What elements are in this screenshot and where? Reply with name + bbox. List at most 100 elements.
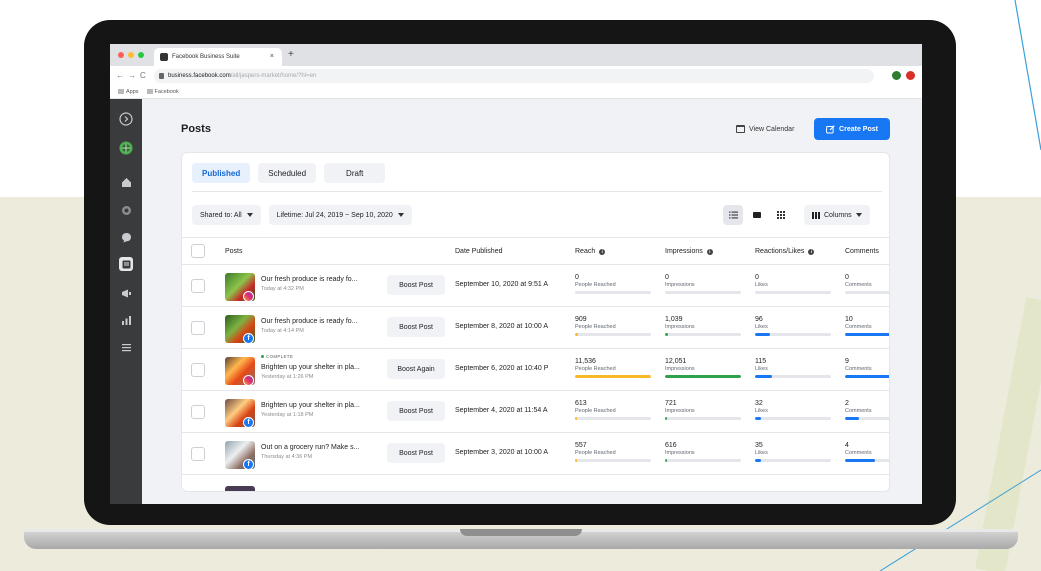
info-icon[interactable]: i xyxy=(808,248,815,255)
divider xyxy=(192,191,882,192)
likes-bar xyxy=(755,333,831,336)
column-impressions[interactable]: Impressions i xyxy=(665,248,713,255)
maximize-window-button[interactable] xyxy=(138,52,144,58)
tab-scheduled[interactable]: Scheduled xyxy=(258,163,317,183)
create-post-button[interactable]: Create Post xyxy=(814,118,890,140)
list-view-icon xyxy=(728,211,738,219)
tab-close-icon[interactable]: × xyxy=(270,53,274,60)
row-checkbox[interactable] xyxy=(191,447,205,461)
columns-dropdown[interactable]: Columns xyxy=(804,205,870,225)
date-published: September 3, 2020 at 10:00 A xyxy=(455,449,549,456)
list-view-button[interactable] xyxy=(723,205,743,225)
boost-button[interactable]: Boost Post xyxy=(387,443,445,463)
impressions-bar-fill xyxy=(665,375,741,378)
columns-icon xyxy=(812,211,820,219)
comments-bar xyxy=(845,375,889,378)
url-path: /all/jaspers-market/home/?hl=en xyxy=(230,73,317,79)
chevron-down-icon xyxy=(246,213,253,217)
table-row[interactable]: f Brighten up your shelter in pla... Yes… xyxy=(182,391,889,433)
row-checkbox[interactable] xyxy=(191,363,205,377)
date-published: September 8, 2020 at 10:00 A xyxy=(455,323,549,330)
tab-published[interactable]: Published xyxy=(192,163,251,183)
shared-to-dropdown[interactable]: Shared to: All xyxy=(192,205,261,225)
post-title[interactable]: Brighten up your shelter in pla... xyxy=(261,402,360,409)
post-title[interactable]: Out on a grocery run? Make s... xyxy=(261,444,359,451)
browser-tab[interactable]: Facebook Business Suite × xyxy=(154,48,282,66)
column-reach[interactable]: Reach i xyxy=(575,248,606,255)
row-checkbox[interactable] xyxy=(191,279,205,293)
status-tabs: Published Scheduled Draft xyxy=(192,163,386,183)
card-view-icon xyxy=(753,212,761,218)
metric-impressions: 12,051 Impressions xyxy=(665,358,745,378)
posts-icon[interactable] xyxy=(119,257,133,271)
likes-bar-fill xyxy=(755,417,762,420)
column-comments[interactable]: Comments xyxy=(845,248,879,255)
comments-bar xyxy=(845,333,889,336)
bookmark-facebook[interactable]: Facebook xyxy=(146,89,179,98)
minimize-window-button[interactable] xyxy=(128,52,134,58)
row-checkbox[interactable] xyxy=(191,405,205,419)
column-date-published[interactable]: Date Published xyxy=(455,248,502,255)
date-range-dropdown[interactable]: Lifetime: Jul 24, 2019 ~ Sep 10, 2020 xyxy=(268,205,412,225)
impressions-bar xyxy=(665,417,741,420)
bookmark-apps[interactable]: Apps xyxy=(118,89,139,98)
reload-icon[interactable]: C xyxy=(140,71,150,80)
extension-icon[interactable] xyxy=(892,71,901,80)
boost-button[interactable]: Boost Post xyxy=(387,401,445,421)
close-window-button[interactable] xyxy=(118,52,124,58)
row-checkbox[interactable] xyxy=(191,321,205,335)
home-icon[interactable] xyxy=(119,175,133,189)
boost-button[interactable]: Boost Post xyxy=(387,275,445,295)
metric-comments: 0 Comments xyxy=(845,274,889,294)
column-posts[interactable]: Posts xyxy=(225,248,243,255)
post-title[interactable]: Brighten up your shelter in pla... xyxy=(261,364,360,371)
view-calendar-button[interactable]: View Calendar xyxy=(736,125,794,133)
post-title[interactable]: Our fresh produce is ready fo... xyxy=(261,276,358,283)
profile-icon[interactable] xyxy=(906,71,915,80)
comments-bar xyxy=(845,459,889,462)
tab-draft[interactable]: Draft xyxy=(324,163,386,183)
view-toggle xyxy=(723,205,791,225)
boost-button[interactable]: Boost Post xyxy=(387,317,445,337)
all-tools-menu-icon[interactable] xyxy=(119,340,133,354)
reach-bar-fill xyxy=(575,333,579,336)
back-icon[interactable]: ← xyxy=(116,71,128,80)
inbox-icon[interactable] xyxy=(119,230,133,244)
boost-button[interactable]: Boost Again xyxy=(387,359,445,379)
page-avatar-icon[interactable] xyxy=(119,141,133,155)
metric-reach: 557 People Reached xyxy=(575,442,655,462)
table-row[interactable]: Our fresh produce is ready fo... Today a… xyxy=(182,265,889,307)
likes-bar-fill xyxy=(755,375,772,378)
info-icon[interactable]: i xyxy=(706,248,713,255)
chevron-down-icon xyxy=(397,213,404,217)
table-row[interactable]: f Our fresh produce is ready fo... Today… xyxy=(182,307,889,349)
forward-icon[interactable]: → xyxy=(128,71,140,80)
browser-tab-bar: Facebook Business Suite × + xyxy=(110,44,922,66)
notifications-icon[interactable] xyxy=(119,203,133,217)
table-row[interactable]: COMPLETE Brighten up your shelter in pla… xyxy=(182,349,889,391)
facebook-icon: f xyxy=(243,333,254,344)
folder-icon xyxy=(146,89,153,94)
info-icon[interactable]: i xyxy=(599,248,606,255)
table-row[interactable]: f Out on a grocery run? Make s... Thursd… xyxy=(182,433,889,475)
column-reactions[interactable]: Reactions/Likes i xyxy=(755,248,815,255)
new-tab-button[interactable]: + xyxy=(288,49,294,60)
ads-icon[interactable] xyxy=(119,286,133,300)
status-dot-icon xyxy=(261,354,264,358)
insights-icon[interactable] xyxy=(119,313,133,327)
instagram-icon xyxy=(243,291,254,302)
collapse-menu-icon[interactable] xyxy=(119,112,133,126)
card-view-button[interactable] xyxy=(747,205,767,225)
grid-view-button[interactable] xyxy=(771,205,791,225)
facebook-icon: f xyxy=(243,417,254,428)
reach-bar xyxy=(575,417,651,420)
reach-bar-fill xyxy=(575,417,578,420)
metric-likes: 0 Likes xyxy=(755,274,835,294)
post-title[interactable]: Our fresh produce is ready fo... xyxy=(261,318,358,325)
select-all-checkbox[interactable] xyxy=(191,244,205,258)
date-published: September 6, 2020 at 10:40 P xyxy=(455,365,549,372)
address-bar[interactable]: business.facebook.com/all/jaspers-market… xyxy=(154,69,874,83)
url-host: business.facebook.com xyxy=(168,73,231,79)
browser-toolbar: ←→C business.facebook.com/all/jaspers-ma… xyxy=(110,66,922,86)
metric-likes: 115 Likes xyxy=(755,358,835,378)
